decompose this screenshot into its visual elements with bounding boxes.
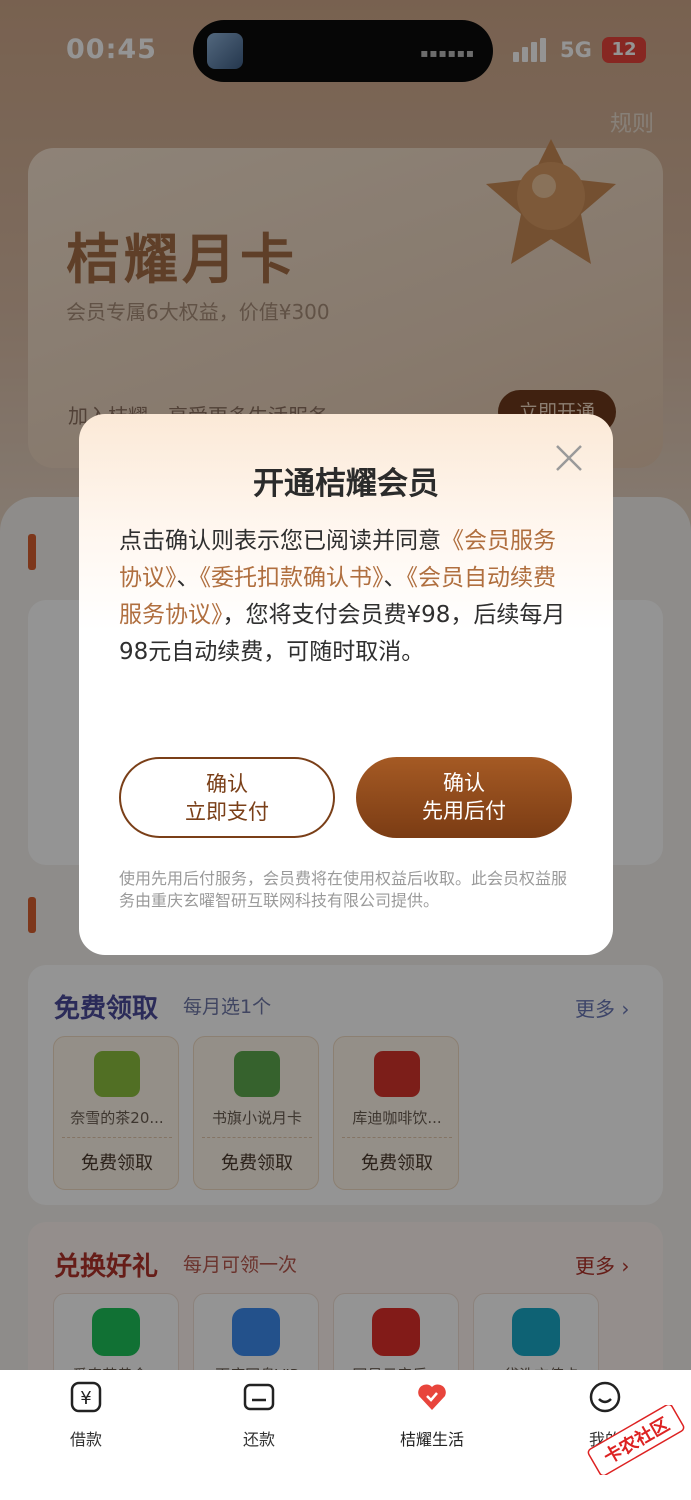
kanong-community-watermark: 卡农社区 xyxy=(587,1405,685,1475)
heart-icon xyxy=(418,1384,446,1410)
tab-borrow[interactable]: ¥ 借款 xyxy=(36,1380,136,1450)
tab-repay[interactable]: 还款 xyxy=(209,1380,309,1450)
confirm-pay-later-button[interactable]: 确认 先用后付 xyxy=(356,757,572,838)
dialog-body: 点击确认则表示您已阅读并同意《会员服务协议》、《委托扣款确认书》、《会员自动续费… xyxy=(119,528,566,665)
svg-text:¥: ¥ xyxy=(80,1388,91,1409)
dialog-footnote: 使用先用后付服务，会员费将在使用权益后收取。此会员权益服务由重庆玄曜智研互联网科… xyxy=(119,869,568,910)
agreement-text: 点击确认则表示您已阅读并同意 xyxy=(119,528,441,554)
deduction-authorization-link[interactable]: 《委托扣款确认书》 xyxy=(200,565,384,591)
confirm-pay-now-button[interactable]: 确认 立即支付 xyxy=(119,757,335,838)
repay-icon xyxy=(243,1383,275,1411)
dialog-title: 开通桔耀会员 xyxy=(253,466,439,502)
borrow-icon: ¥ xyxy=(70,1381,102,1413)
tab-juyao-life[interactable]: 桔耀生活 xyxy=(382,1380,482,1450)
